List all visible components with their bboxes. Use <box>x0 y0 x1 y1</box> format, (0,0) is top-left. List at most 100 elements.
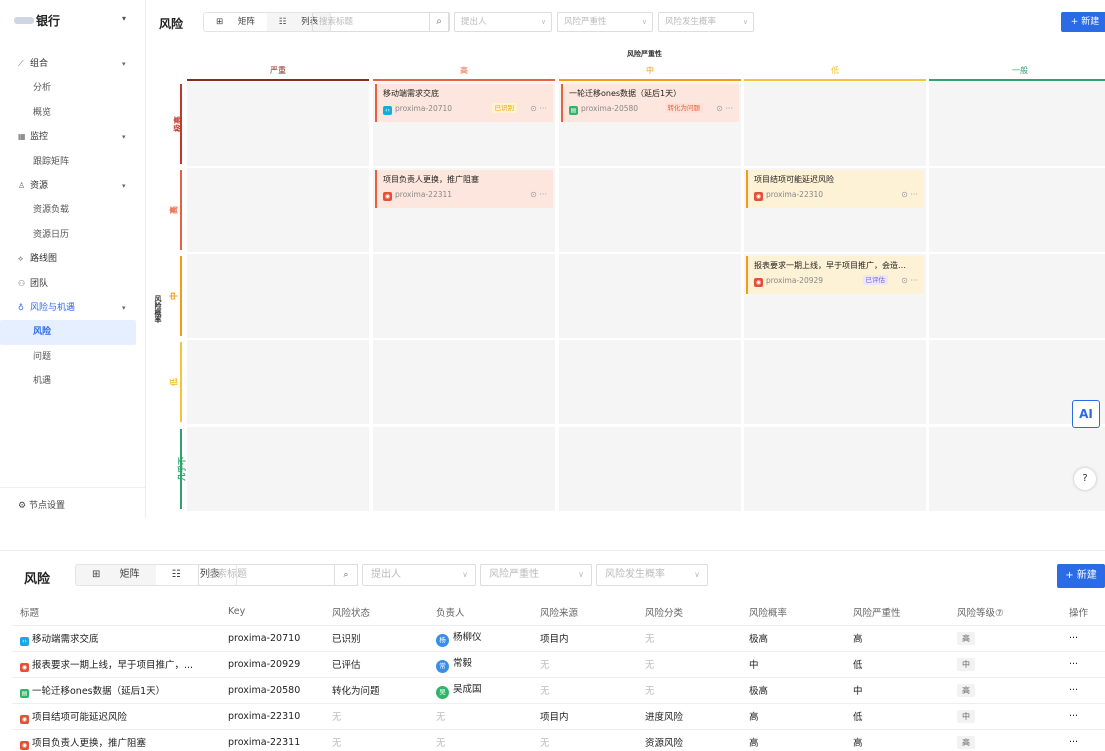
table-row[interactable]: ◉ 报表要求一期上线，早于项目推广，... proxima-20929 已评估常常毅无… <box>12 651 1105 678</box>
sidebar-item[interactable]: 风险 <box>0 320 136 345</box>
more-icon[interactable]: ··· <box>1069 685 1078 696</box>
cell-severity: 低 <box>845 651 949 678</box>
search-icon[interactable]: ⌕ <box>334 564 358 586</box>
severity-filter[interactable]: 风险严重性 ∨ <box>557 12 653 32</box>
cell-owner: 无 <box>428 703 532 730</box>
sidebar-item[interactable]: ♁ 风险与机遇 ▾ <box>0 296 146 320</box>
sidebar-item[interactable]: 分析 <box>0 76 146 100</box>
more-icon[interactable]: ··· <box>1069 633 1078 644</box>
sidebar-item[interactable]: ⟋ 组合 ▾ <box>0 52 146 76</box>
more-icon[interactable]: ⊙ ··· <box>530 190 547 199</box>
severity-column-bar <box>744 79 926 81</box>
more-icon[interactable]: ⊙ ··· <box>901 276 918 285</box>
risk-table: 标题 Key 风险状态 负责人 风险来源 风险分类 风险概率 风险严重性 风险等级⑦ 操作 ‹› 移… <box>12 599 1105 751</box>
probability-filter[interactable]: 风险发生概率 ∨ <box>658 12 754 32</box>
risk-card[interactable]: 报表要求一期上线，早于项目推广，会造… ◉ proxima-20929 已评估 ⊙ ··… <box>746 256 924 294</box>
sidebar-item[interactable]: 资源日历 <box>0 223 146 247</box>
cell-status: 转化为问题 <box>324 677 428 704</box>
table-row[interactable]: ◉ 项目负责人更换，推广阻塞 proxima-22311 无 无 无 资源风险 高 高 高 ··· <box>12 729 1105 751</box>
chevron-down-icon: ∨ <box>462 570 468 579</box>
more-icon[interactable]: ··· <box>1069 711 1078 722</box>
cell-actions[interactable]: ··· <box>1061 651 1105 678</box>
cell-probability: 高 <box>741 729 845 751</box>
sidebar-item[interactable]: ⚇ 团队 <box>0 272 146 296</box>
matrix-cell <box>187 82 369 166</box>
bank-logo <box>14 17 34 24</box>
chevron-down-icon: ▾ <box>122 133 126 142</box>
cell-actions[interactable]: ··· <box>1061 729 1105 751</box>
cell-level: 高 <box>949 625 1061 652</box>
cell-text: 无 <box>436 738 446 749</box>
list-severity-filter[interactable]: 风险严重性 ∨ <box>480 564 592 586</box>
sidebar-item-label: 团队 <box>30 278 49 289</box>
cell-actions[interactable]: ··· <box>1061 677 1105 704</box>
cell-actions[interactable]: ··· <box>1061 625 1105 652</box>
column-header[interactable]: 风险来源 <box>532 599 637 626</box>
column-header[interactable]: 操作 <box>1061 599 1105 626</box>
risk-card-key: proxima-20710 <box>395 104 453 113</box>
column-header[interactable]: 风险严重性 <box>845 599 949 626</box>
column-header[interactable]: 负责人 <box>428 599 532 626</box>
risk-card[interactable]: 项目结项可能延迟风险 ◉ proxima-22310 ⊙ ··· <box>746 170 924 208</box>
column-header[interactable]: 风险等级⑦ <box>949 599 1061 626</box>
more-icon[interactable]: ··· <box>1069 737 1078 748</box>
search-icon[interactable]: ⌕ <box>429 12 449 32</box>
risk-card-key: proxima-20580 <box>581 104 639 113</box>
new-risk-button[interactable]: + 新建 <box>1061 12 1105 32</box>
table-row[interactable]: ▤ 一轮迁移ones数据（延后1天） proxima-20580 转化为问题吴吴成国无… <box>12 677 1105 704</box>
table-row[interactable]: ◉ 项目结项可能延迟风险 proxima-22310 无 无 项目内 进度风险 高 低 中 ··· <box>12 703 1105 730</box>
cell-probability: 高 <box>741 703 845 730</box>
sidebar-item[interactable]: 跟踪矩阵 <box>0 150 146 174</box>
help-icon[interactable]: ? <box>1074 468 1096 490</box>
matrix-cell <box>373 254 555 338</box>
sidebar-item[interactable]: ♙ 资源 ▾ <box>0 174 146 198</box>
list-reporter-filter[interactable]: 提出人 ∨ <box>362 564 476 586</box>
column-header[interactable]: 风险概率 <box>741 599 845 626</box>
sidebar-item[interactable]: 概览 <box>0 101 146 125</box>
node-settings-button[interactable]: ⚙ 节点设置 <box>18 498 65 511</box>
matrix-cell <box>559 340 741 424</box>
risk-card[interactable]: 一轮迁移ones数据（延后1天） ▤ proxima-20580 转化为问题 ⊙ ··· <box>561 84 739 122</box>
cell-source: 项目内 <box>532 625 637 652</box>
cell-title[interactable]: ◉ 项目结项可能延迟风险 <box>12 703 220 730</box>
cell-status: 无 <box>324 729 428 751</box>
column-header[interactable]: 风险分类 <box>637 599 741 626</box>
risk-card[interactable]: 项目负责人更换，推广阻塞 ◉ proxima-22311 ⊙ ··· <box>375 170 553 208</box>
sidebar-item-label: 路线图 <box>30 254 58 265</box>
cell-category: 无 <box>637 625 741 652</box>
cell-title[interactable]: ▤ 一轮迁移ones数据（延后1天） <box>12 677 220 704</box>
table-row[interactable]: ‹› 移动端需求交底 proxima-20710 已识别杨杨柳仪 项目内无极高高高 ··· <box>12 625 1105 652</box>
ai-assistant-button[interactable]: AI <box>1072 400 1100 428</box>
workspace-switcher[interactable]: 银行 <box>14 12 60 29</box>
column-header[interactable]: 标题 <box>12 599 220 626</box>
sidebar-item[interactable]: 资源负载 <box>0 198 146 222</box>
cell-title[interactable]: ◉ 项目负责人更换，推广阻塞 <box>12 729 220 751</box>
column-header[interactable]: 风险状态 <box>324 599 428 626</box>
severity-column-bar <box>559 79 741 81</box>
column-header[interactable]: Key <box>220 599 324 626</box>
list-new-risk-button[interactable]: + 新建 <box>1057 564 1105 588</box>
page-title: 风险 <box>159 17 184 31</box>
sidebar-item[interactable]: 机遇 <box>0 369 146 393</box>
sidebar-item[interactable]: ▦ 监控 ▾ <box>0 125 146 149</box>
cell-probability: 极高 <box>741 625 845 652</box>
cell-title[interactable]: ◉ 报表要求一期上线，早于项目推广，... <box>12 651 220 678</box>
view-matrix-button[interactable]: ⊞ 矩阵 <box>76 565 156 585</box>
sidebar-item[interactable]: 问题 <box>0 345 146 369</box>
reporter-filter[interactable]: 提出人 ∨ <box>454 12 552 32</box>
cell-actions[interactable]: ··· <box>1061 703 1105 730</box>
cell-title[interactable]: ‹› 移动端需求交底 <box>12 625 220 652</box>
view-matrix-button[interactable]: ⊞ 矩阵 <box>204 13 267 31</box>
chevron-down-icon[interactable]: ▾ <box>122 14 126 23</box>
probability-row-header: 几乎不 <box>178 427 187 511</box>
list-probability-filter[interactable]: 风险发生概率 ∨ <box>596 564 708 586</box>
more-icon[interactable]: ⊙ ··· <box>530 104 547 113</box>
more-icon[interactable]: ⊙ ··· <box>716 104 733 113</box>
main-area: 风险 ⊞ 矩阵 ☷ 列表 搜索标题 ⌕ 提出人 ∨ 风险严重性 ∨ 风险发生概率 ∨ … <box>147 0 1105 518</box>
more-icon[interactable]: ··· <box>1069 659 1078 670</box>
more-icon[interactable]: ⊙ ··· <box>901 190 918 199</box>
risk-card[interactable]: 移动端需求交底 ‹› proxima-20710 已识别 ⊙ ··· <box>375 84 553 122</box>
cell-text: 移动端需求交底 <box>32 633 99 645</box>
node-settings-label: 节点设置 <box>28 501 65 511</box>
sidebar-item[interactable]: ⟡ 路线图 <box>0 247 146 271</box>
